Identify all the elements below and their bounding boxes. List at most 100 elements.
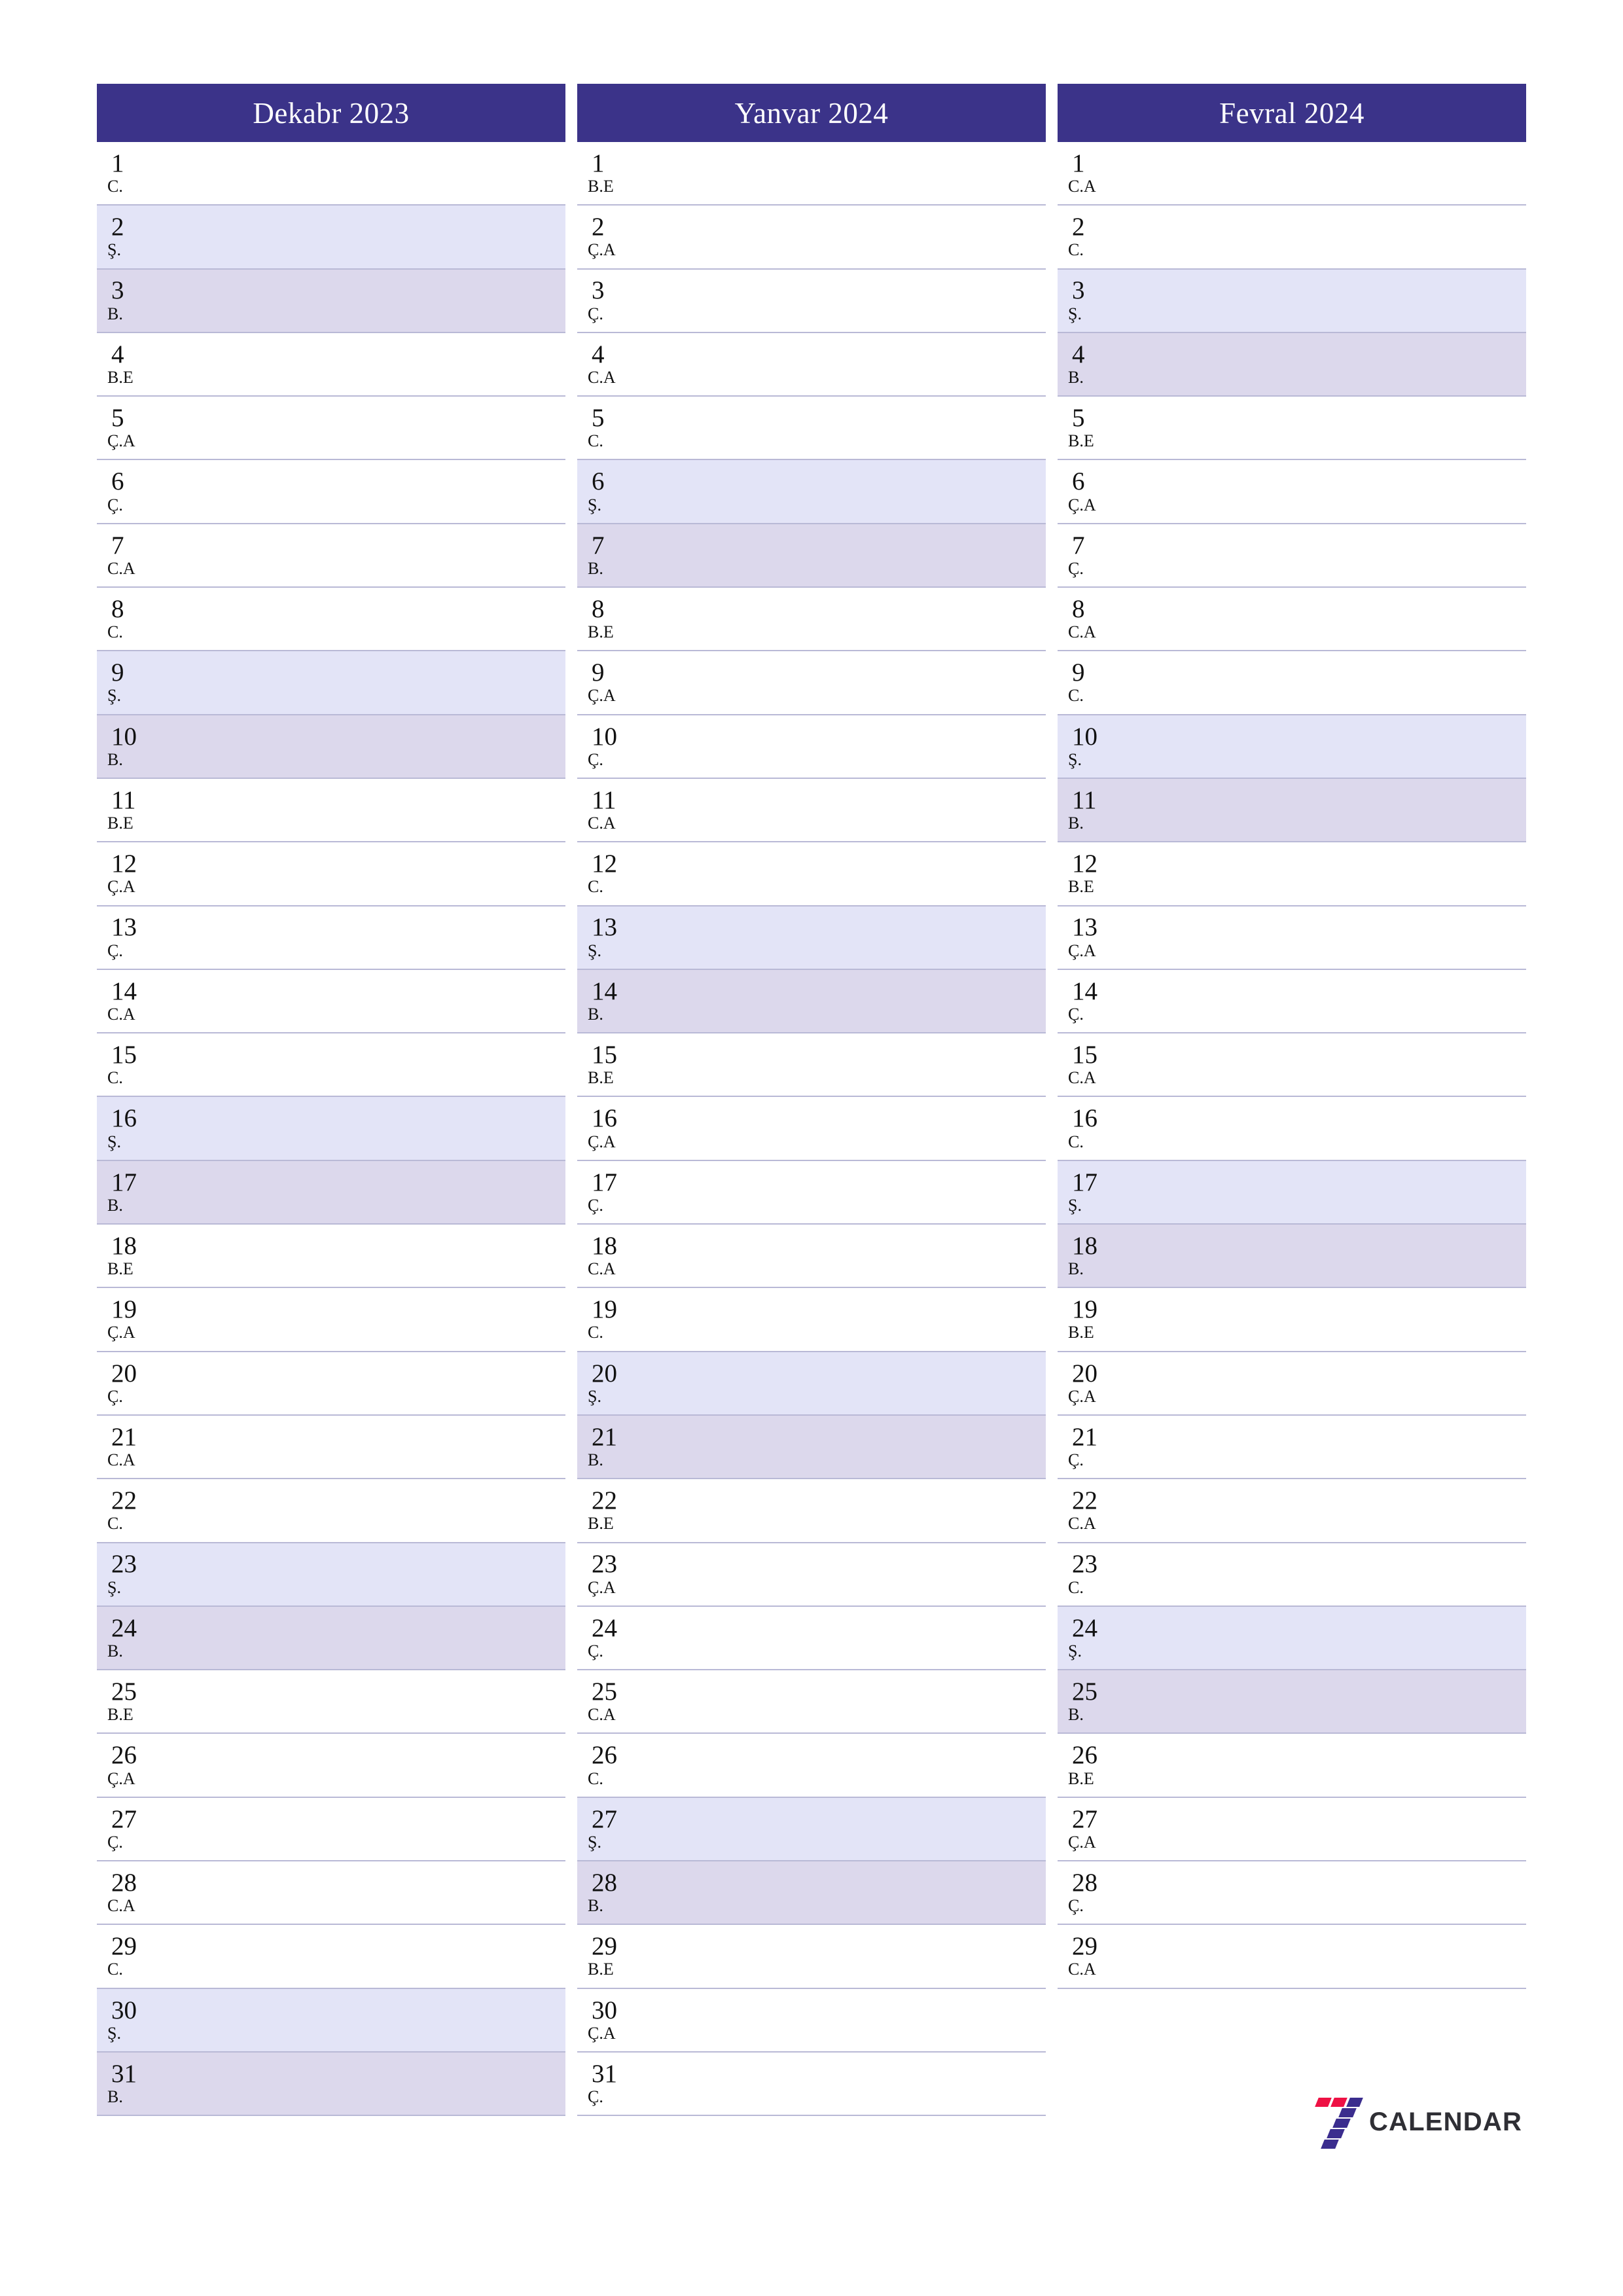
day-row[interactable]: 21 C.A bbox=[97, 1415, 565, 1480]
day-row[interactable]: 26 B.E bbox=[1058, 1734, 1526, 1798]
day-row[interactable]: 26 Ç.A bbox=[97, 1734, 565, 1798]
day-row[interactable]: 20 Ç. bbox=[97, 1352, 565, 1416]
day-row[interactable]: 18 B.E bbox=[97, 1225, 565, 1289]
day-row[interactable]: 8 B.E bbox=[577, 588, 1046, 652]
day-row[interactable]: 6 Ç.A bbox=[1058, 460, 1526, 524]
day-row[interactable]: 15 C.A bbox=[1058, 1033, 1526, 1098]
day-row[interactable]: 29 B.E bbox=[577, 1925, 1046, 1989]
day-row[interactable]: 5 Ç.A bbox=[97, 397, 565, 461]
day-row[interactable]: 19 B.E bbox=[1058, 1288, 1526, 1352]
day-row[interactable]: 24 Ş. bbox=[1058, 1606, 1526, 1671]
day-row[interactable]: 3 Ş. bbox=[1058, 269, 1526, 333]
day-row[interactable]: 4 B.E bbox=[97, 332, 565, 397]
day-row[interactable]: 28 Ç. bbox=[1058, 1861, 1526, 1926]
day-row[interactable]: 11 B. bbox=[1058, 778, 1526, 843]
day-row[interactable]: 25 C.A bbox=[577, 1670, 1046, 1734]
day-row[interactable]: 5 C. bbox=[577, 397, 1046, 461]
day-row[interactable]: 26 C. bbox=[577, 1734, 1046, 1798]
day-row[interactable]: 5 B.E bbox=[1058, 397, 1526, 461]
day-row[interactable]: 7 C.A bbox=[97, 524, 565, 588]
day-row[interactable]: 15 C. bbox=[97, 1033, 565, 1098]
day-row[interactable]: 23 C. bbox=[1058, 1543, 1526, 1607]
day-row[interactable]: 22 C.A bbox=[1058, 1479, 1526, 1543]
day-row[interactable]: 20 Ş. bbox=[577, 1352, 1046, 1416]
day-row[interactable]: 31 B. bbox=[97, 2052, 565, 2117]
day-row[interactable]: 8 C. bbox=[97, 588, 565, 652]
day-row[interactable]: 17 Ç. bbox=[577, 1160, 1046, 1225]
day-row[interactable]: 23 Ş. bbox=[97, 1543, 565, 1607]
day-row[interactable]: 22 C. bbox=[97, 1479, 565, 1543]
day-row[interactable]: 27 Ç.A bbox=[1058, 1797, 1526, 1862]
day-row[interactable]: 19 C. bbox=[577, 1288, 1046, 1352]
day-row[interactable]: 18 C.A bbox=[577, 1225, 1046, 1289]
day-row[interactable]: 18 B. bbox=[1058, 1225, 1526, 1289]
day-row[interactable]: 23 Ç.A bbox=[577, 1543, 1046, 1607]
day-row[interactable]: 16 Ş. bbox=[97, 1097, 565, 1161]
day-row[interactable]: 14 Ç. bbox=[1058, 969, 1526, 1034]
day-row[interactable]: 17 Ş. bbox=[1058, 1160, 1526, 1225]
day-row[interactable]: 10 B. bbox=[97, 715, 565, 779]
day-row[interactable]: 4 B. bbox=[1058, 332, 1526, 397]
day-row[interactable]: 14 B. bbox=[577, 969, 1046, 1034]
day-number: 25 bbox=[111, 1677, 137, 1706]
day-row[interactable]: 10 Ç. bbox=[577, 715, 1046, 779]
day-row[interactable]: 12 C. bbox=[577, 842, 1046, 906]
day-row[interactable]: 17 B. bbox=[97, 1160, 565, 1225]
day-row[interactable]: 13 Ş. bbox=[577, 906, 1046, 970]
day-row[interactable]: 11 B.E bbox=[97, 778, 565, 843]
day-row[interactable]: 13 Ç. bbox=[97, 906, 565, 970]
day-row[interactable]: 1 B.E bbox=[577, 142, 1046, 206]
day-row[interactable]: 29 C. bbox=[97, 1925, 565, 1989]
day-row[interactable]: 12 B.E bbox=[1058, 842, 1526, 906]
day-row[interactable]: 1 C.A bbox=[1058, 142, 1526, 206]
day-row[interactable]: 25 B. bbox=[1058, 1670, 1526, 1734]
day-row[interactable]: 1 C. bbox=[97, 142, 565, 206]
day-number: 17 bbox=[111, 1168, 137, 1196]
day-row[interactable]: 31 Ç. bbox=[577, 2052, 1046, 2117]
day-row[interactable]: 15 B.E bbox=[577, 1033, 1046, 1098]
day-row[interactable]: 2 C. bbox=[1058, 206, 1526, 270]
day-row[interactable]: 21 Ç. bbox=[1058, 1415, 1526, 1480]
day-row[interactable]: 14 C.A bbox=[97, 969, 565, 1034]
day-row[interactable]: 6 Ç. bbox=[97, 460, 565, 524]
day-row[interactable]: 6 Ş. bbox=[577, 460, 1046, 524]
day-row[interactable]: 21 B. bbox=[577, 1415, 1046, 1480]
day-row[interactable]: 10 Ş. bbox=[1058, 715, 1526, 779]
day-row[interactable]: 30 Ç.A bbox=[577, 1988, 1046, 2053]
weekday-label: Ş. bbox=[1068, 304, 1082, 323]
day-row[interactable]: 3 B. bbox=[97, 269, 565, 333]
day-row[interactable]: 25 B.E bbox=[97, 1670, 565, 1734]
day-row[interactable]: 16 Ç.A bbox=[577, 1097, 1046, 1161]
day-row[interactable]: 20 Ç.A bbox=[1058, 1352, 1526, 1416]
day-row[interactable]: 27 Ş. bbox=[577, 1797, 1046, 1862]
empty-row bbox=[1058, 1988, 1526, 2053]
day-row[interactable]: 11 C.A bbox=[577, 778, 1046, 843]
day-row[interactable]: 12 Ç.A bbox=[97, 842, 565, 906]
day-row[interactable]: 9 Ş. bbox=[97, 651, 565, 715]
day-row[interactable]: 30 Ş. bbox=[97, 1988, 565, 2053]
day-row[interactable]: 24 B. bbox=[97, 1606, 565, 1671]
day-row[interactable]: 29 C.A bbox=[1058, 1925, 1526, 1989]
day-row[interactable]: 2 Ç.A bbox=[577, 206, 1046, 270]
day-row[interactable]: 28 B. bbox=[577, 1861, 1046, 1926]
day-number: 27 bbox=[111, 1804, 137, 1833]
day-row[interactable]: 27 Ç. bbox=[97, 1797, 565, 1862]
day-row[interactable]: 2 Ş. bbox=[97, 206, 565, 270]
day-row[interactable]: 16 C. bbox=[1058, 1097, 1526, 1161]
day-number: 12 bbox=[111, 850, 137, 878]
day-row[interactable]: 7 B. bbox=[577, 524, 1046, 588]
day-row[interactable]: 22 B.E bbox=[577, 1479, 1046, 1543]
day-row[interactable]: 4 C.A bbox=[577, 332, 1046, 397]
weekday-label: B.E bbox=[588, 1960, 614, 1979]
day-row[interactable]: 8 C.A bbox=[1058, 588, 1526, 652]
day-row[interactable]: 13 Ç.A bbox=[1058, 906, 1526, 970]
day-number: 22 bbox=[111, 1486, 137, 1515]
day-row[interactable]: 24 Ç. bbox=[577, 1606, 1046, 1671]
day-row[interactable]: 19 Ç.A bbox=[97, 1288, 565, 1352]
day-row[interactable]: 28 C.A bbox=[97, 1861, 565, 1926]
day-row[interactable]: 3 Ç. bbox=[577, 269, 1046, 333]
day-row[interactable]: 9 C. bbox=[1058, 651, 1526, 715]
day-row[interactable]: 7 Ç. bbox=[1058, 524, 1526, 588]
day-number: 28 bbox=[1072, 1868, 1097, 1897]
day-row[interactable]: 9 Ç.A bbox=[577, 651, 1046, 715]
